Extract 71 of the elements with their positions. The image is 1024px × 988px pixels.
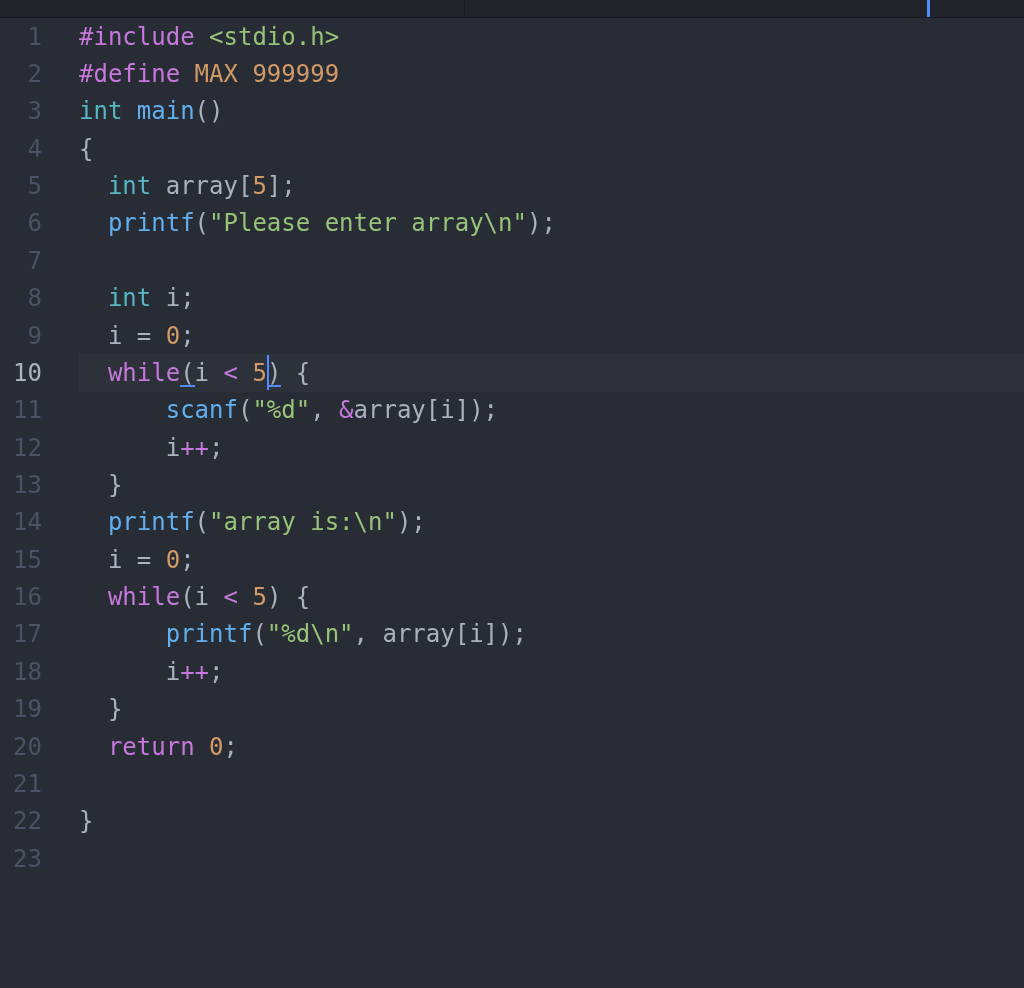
number-literal: 5	[252, 172, 267, 201]
punctuation: }	[106, 695, 123, 724]
type-name: int	[106, 172, 152, 201]
string-literal: <stdio.h>	[208, 22, 340, 51]
identifier: i	[194, 583, 210, 612]
punctuation: ()	[194, 97, 224, 126]
number-literal: 0	[208, 732, 224, 761]
identifier: i	[194, 358, 210, 387]
punctuation: (	[194, 508, 210, 537]
punctuation: ;	[223, 732, 238, 761]
operator: ++	[180, 433, 210, 462]
punctuation: ,	[310, 396, 325, 425]
keyword: while	[106, 358, 181, 387]
number-literal: 5	[251, 583, 267, 612]
punctuation: );	[396, 508, 426, 537]
punctuation: (	[194, 209, 210, 238]
punctuation: ;	[180, 545, 195, 574]
punctuation: (	[237, 396, 253, 425]
punctuation: [	[237, 172, 253, 201]
function-name: scanf	[164, 396, 238, 425]
identifier: i =	[106, 321, 152, 350]
identifier: array	[164, 172, 238, 201]
function-name: printf	[164, 620, 253, 649]
keyword: return	[106, 732, 195, 761]
number-literal: 5	[237, 358, 267, 387]
punctuation: {	[79, 134, 94, 163]
string-literal: "%d\n"	[266, 620, 354, 649]
identifier: array	[381, 620, 455, 649]
number-literal: MAX	[193, 60, 238, 89]
operator: &	[338, 396, 354, 425]
punctuation: ,	[353, 620, 368, 649]
keyword: #define	[79, 60, 181, 89]
string-literal: "Please enter array\n"	[209, 209, 527, 238]
function-name: printf	[106, 508, 195, 537]
punctuation: }	[79, 807, 94, 836]
punctuation: )	[266, 583, 282, 612]
function-name: printf	[106, 209, 195, 238]
punctuation: {	[294, 583, 311, 612]
punctuation: ;	[209, 433, 224, 462]
string-literal: "%d"	[252, 396, 311, 425]
punctuation: ;	[209, 657, 224, 686]
position-marker	[927, 0, 930, 17]
punctuation: (	[180, 358, 195, 387]
number-literal: 0	[164, 545, 181, 574]
punctuation: }	[106, 471, 123, 499]
operator: <	[222, 583, 238, 612]
keyword: #include	[79, 22, 195, 51]
identifier: array	[353, 396, 426, 425]
identifier: i;	[164, 284, 195, 313]
number-literal: 0	[164, 321, 181, 350]
identifier: i	[164, 433, 181, 462]
line-number: 10	[13, 358, 42, 387]
punctuation: (	[252, 620, 267, 649]
string-literal: "array is:\n"	[209, 508, 397, 537]
identifier: i	[164, 657, 181, 686]
operator: <	[222, 358, 238, 387]
function-name: main	[135, 97, 195, 126]
type-name: int	[106, 284, 152, 313]
punctuation: [i]);	[425, 396, 499, 425]
keyword: while	[106, 583, 181, 612]
punctuation: ;	[180, 321, 195, 350]
punctuation: ];	[266, 172, 296, 201]
operator: ++	[180, 657, 210, 686]
punctuation: [i]);	[454, 620, 527, 649]
punctuation: )	[266, 358, 282, 387]
punctuation: );	[526, 209, 556, 238]
punctuation: {	[294, 358, 311, 387]
punctuation: (	[180, 583, 195, 612]
type-name: int	[79, 97, 123, 126]
number-literal: 999999	[251, 60, 340, 89]
identifier: i =	[106, 545, 152, 574]
